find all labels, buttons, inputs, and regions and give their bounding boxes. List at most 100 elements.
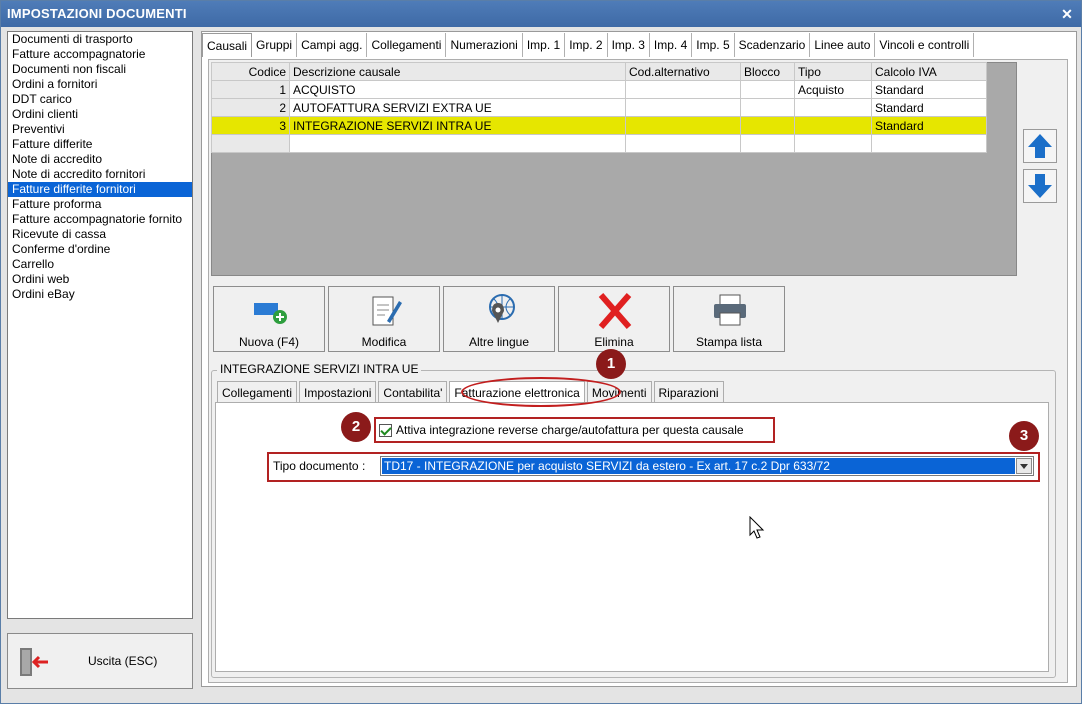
document-type-item[interactable]: Conferme d'ordine bbox=[8, 242, 192, 257]
marker-3: 3 bbox=[1009, 421, 1039, 451]
table-cell[interactable] bbox=[794, 98, 872, 117]
tab-causali[interactable]: Causali bbox=[202, 33, 253, 57]
document-type-item[interactable]: Ricevute di cassa bbox=[8, 227, 192, 242]
tab-imp-1[interactable]: Imp. 1 bbox=[523, 33, 566, 57]
table-cell[interactable]: Standard bbox=[871, 80, 987, 99]
tab-vincoli-e-controlli[interactable]: Vincoli e controlli bbox=[875, 33, 975, 57]
document-type-item[interactable]: Fatture accompagnatorie bbox=[8, 47, 192, 62]
move-down-button[interactable] bbox=[1023, 169, 1057, 203]
document-type-item[interactable]: Fatture differite bbox=[8, 137, 192, 152]
exit-button-label: Uscita (ESC) bbox=[88, 654, 158, 668]
groupbox-title: INTEGRAZIONE SERVIZI INTRA UE bbox=[217, 362, 422, 376]
document-type-item[interactable]: Ordini clienti bbox=[8, 107, 192, 122]
document-type-item[interactable]: Fatture proforma bbox=[8, 197, 192, 212]
tipo-documento-select[interactable]: TD17 - INTEGRAZIONE per acquisto SERVIZI… bbox=[380, 456, 1034, 476]
exit-button[interactable]: Uscita (ESC) bbox=[7, 633, 193, 689]
table-cell[interactable] bbox=[740, 98, 795, 117]
document-type-item[interactable]: Preventivi bbox=[8, 122, 192, 137]
delete-button[interactable]: Elimina bbox=[558, 286, 670, 352]
table-cell[interactable] bbox=[625, 98, 741, 117]
tab-collegamenti[interactable]: Collegamenti bbox=[367, 33, 447, 57]
document-type-item[interactable]: Documenti di trasporto bbox=[8, 32, 192, 47]
print-list-button[interactable]: Stampa lista bbox=[673, 286, 785, 352]
document-type-item[interactable]: Ordini eBay bbox=[8, 287, 192, 302]
reverse-charge-checkbox-row[interactable]: Attiva integrazione reverse charge/autof… bbox=[379, 421, 744, 439]
tab-numerazioni[interactable]: Numerazioni bbox=[446, 33, 523, 57]
table-cell[interactable]: INTEGRAZIONE SERVIZI INTRA UE bbox=[289, 116, 626, 135]
table-row[interactable]: 3 INTEGRAZIONE SERVIZI INTRA UE Standard bbox=[211, 116, 987, 135]
column-header[interactable]: Tipo bbox=[794, 62, 872, 81]
tab-imp-2[interactable]: Imp. 2 bbox=[565, 33, 608, 57]
tab-imp-3[interactable]: Imp. 3 bbox=[608, 33, 650, 57]
document-type-item[interactable]: Ordini a fornitori bbox=[8, 77, 192, 92]
table-cell[interactable]: Standard bbox=[871, 98, 987, 117]
table-cell[interactable] bbox=[625, 134, 741, 153]
table-cell[interactable] bbox=[289, 134, 626, 153]
table-cell[interactable]: AUTOFATTURA SERVIZI EXTRA UE bbox=[289, 98, 626, 117]
new-button[interactable]: Nuova (F4) bbox=[213, 286, 325, 352]
window-title: IMPOSTAZIONI DOCUMENTI bbox=[7, 6, 187, 21]
table-cell[interactable] bbox=[794, 134, 872, 153]
move-up-button[interactable] bbox=[1023, 129, 1057, 163]
table-row[interactable]: 2 AUTOFATTURA SERVIZI EXTRA UE Standard bbox=[211, 98, 987, 117]
table-cell[interactable] bbox=[211, 134, 290, 153]
document-type-item[interactable]: Documenti non fiscali bbox=[8, 62, 192, 77]
document-type-item[interactable]: Note di accredito fornitori bbox=[8, 167, 192, 182]
other-languages-button[interactable]: Altre lingue bbox=[443, 286, 555, 352]
tab-impostazioni[interactable]: Impostazioni bbox=[299, 381, 377, 403]
edit-document-icon bbox=[372, 296, 402, 326]
document-type-item[interactable]: Ordini web bbox=[8, 272, 192, 287]
table-cell[interactable]: 3 bbox=[211, 116, 290, 135]
globe-location-icon bbox=[489, 294, 515, 323]
causali-table[interactable]: Codice Descrizione causale Cod.alternativo… bbox=[211, 62, 987, 153]
print-list-button-label: Stampa lista bbox=[695, 335, 763, 349]
tab-gruppi[interactable]: Gruppi bbox=[252, 33, 298, 57]
edit-button[interactable]: Modifica bbox=[328, 286, 440, 352]
marker-1: 1 bbox=[596, 349, 626, 379]
marker-2: 2 bbox=[341, 412, 371, 442]
column-header[interactable]: Cod.alternativo bbox=[625, 62, 741, 81]
delete-button-label: Elimina bbox=[594, 335, 634, 349]
tab-collegamenti[interactable]: Collegamenti bbox=[217, 381, 298, 403]
tab-scadenzario[interactable]: Scadenzario bbox=[735, 33, 811, 57]
annotation-oval bbox=[461, 377, 621, 407]
table-row[interactable] bbox=[211, 134, 987, 153]
tab-contabilita[interactable]: Contabilita' bbox=[378, 381, 448, 403]
table-row[interactable]: 1 ACQUISTO Acquisto Standard bbox=[211, 80, 987, 99]
document-type-list[interactable]: Documenti di trasporto Fatture accompagna… bbox=[7, 31, 193, 619]
table-cell[interactable]: Standard bbox=[871, 116, 987, 135]
tab-linee-auto[interactable]: Linee auto bbox=[810, 33, 876, 57]
table-cell[interactable] bbox=[625, 80, 741, 99]
tab-riparazioni[interactable]: Riparazioni bbox=[653, 381, 724, 403]
column-header[interactable]: Calcolo IVA bbox=[871, 62, 987, 81]
document-type-item[interactable]: Carrello bbox=[8, 257, 192, 272]
reverse-charge-checkbox-label: Attiva integrazione reverse charge/autof… bbox=[396, 423, 744, 437]
table-cell[interactable]: 2 bbox=[211, 98, 290, 117]
table-cell[interactable] bbox=[794, 116, 872, 135]
new-item-icon bbox=[254, 303, 287, 324]
document-type-item[interactable]: Fatture accompagnatorie fornito bbox=[8, 212, 192, 227]
column-header[interactable]: Blocco bbox=[740, 62, 795, 81]
table-cell[interactable] bbox=[625, 116, 741, 135]
tab-campi-agg[interactable]: Campi agg. bbox=[297, 33, 368, 57]
table-cell[interactable] bbox=[740, 116, 795, 135]
delete-x-icon bbox=[598, 293, 632, 329]
table-cell[interactable] bbox=[740, 80, 795, 99]
table-cell[interactable] bbox=[740, 134, 795, 153]
column-header[interactable]: Codice bbox=[211, 62, 290, 81]
table-cell[interactable]: ACQUISTO bbox=[289, 80, 626, 99]
tab-imp-5[interactable]: Imp. 5 bbox=[692, 33, 735, 57]
tab-imp-4[interactable]: Imp. 4 bbox=[650, 33, 693, 57]
reverse-charge-checkbox[interactable] bbox=[379, 423, 392, 437]
table-cell[interactable]: 1 bbox=[211, 80, 290, 99]
close-icon[interactable]: ✕ bbox=[1061, 1, 1073, 27]
edit-button-label: Modifica bbox=[361, 335, 407, 349]
document-type-item[interactable]: Note di accredito bbox=[8, 152, 192, 167]
document-type-item[interactable]: DDT carico bbox=[8, 92, 192, 107]
table-cell[interactable] bbox=[871, 134, 987, 153]
column-header[interactable]: Descrizione causale bbox=[289, 62, 626, 81]
mouse-cursor-icon bbox=[749, 516, 765, 539]
chevron-down-icon[interactable] bbox=[1016, 458, 1032, 474]
table-cell[interactable]: Acquisto bbox=[794, 80, 872, 99]
document-type-item[interactable]: Fatture differite fornitori bbox=[8, 182, 192, 197]
